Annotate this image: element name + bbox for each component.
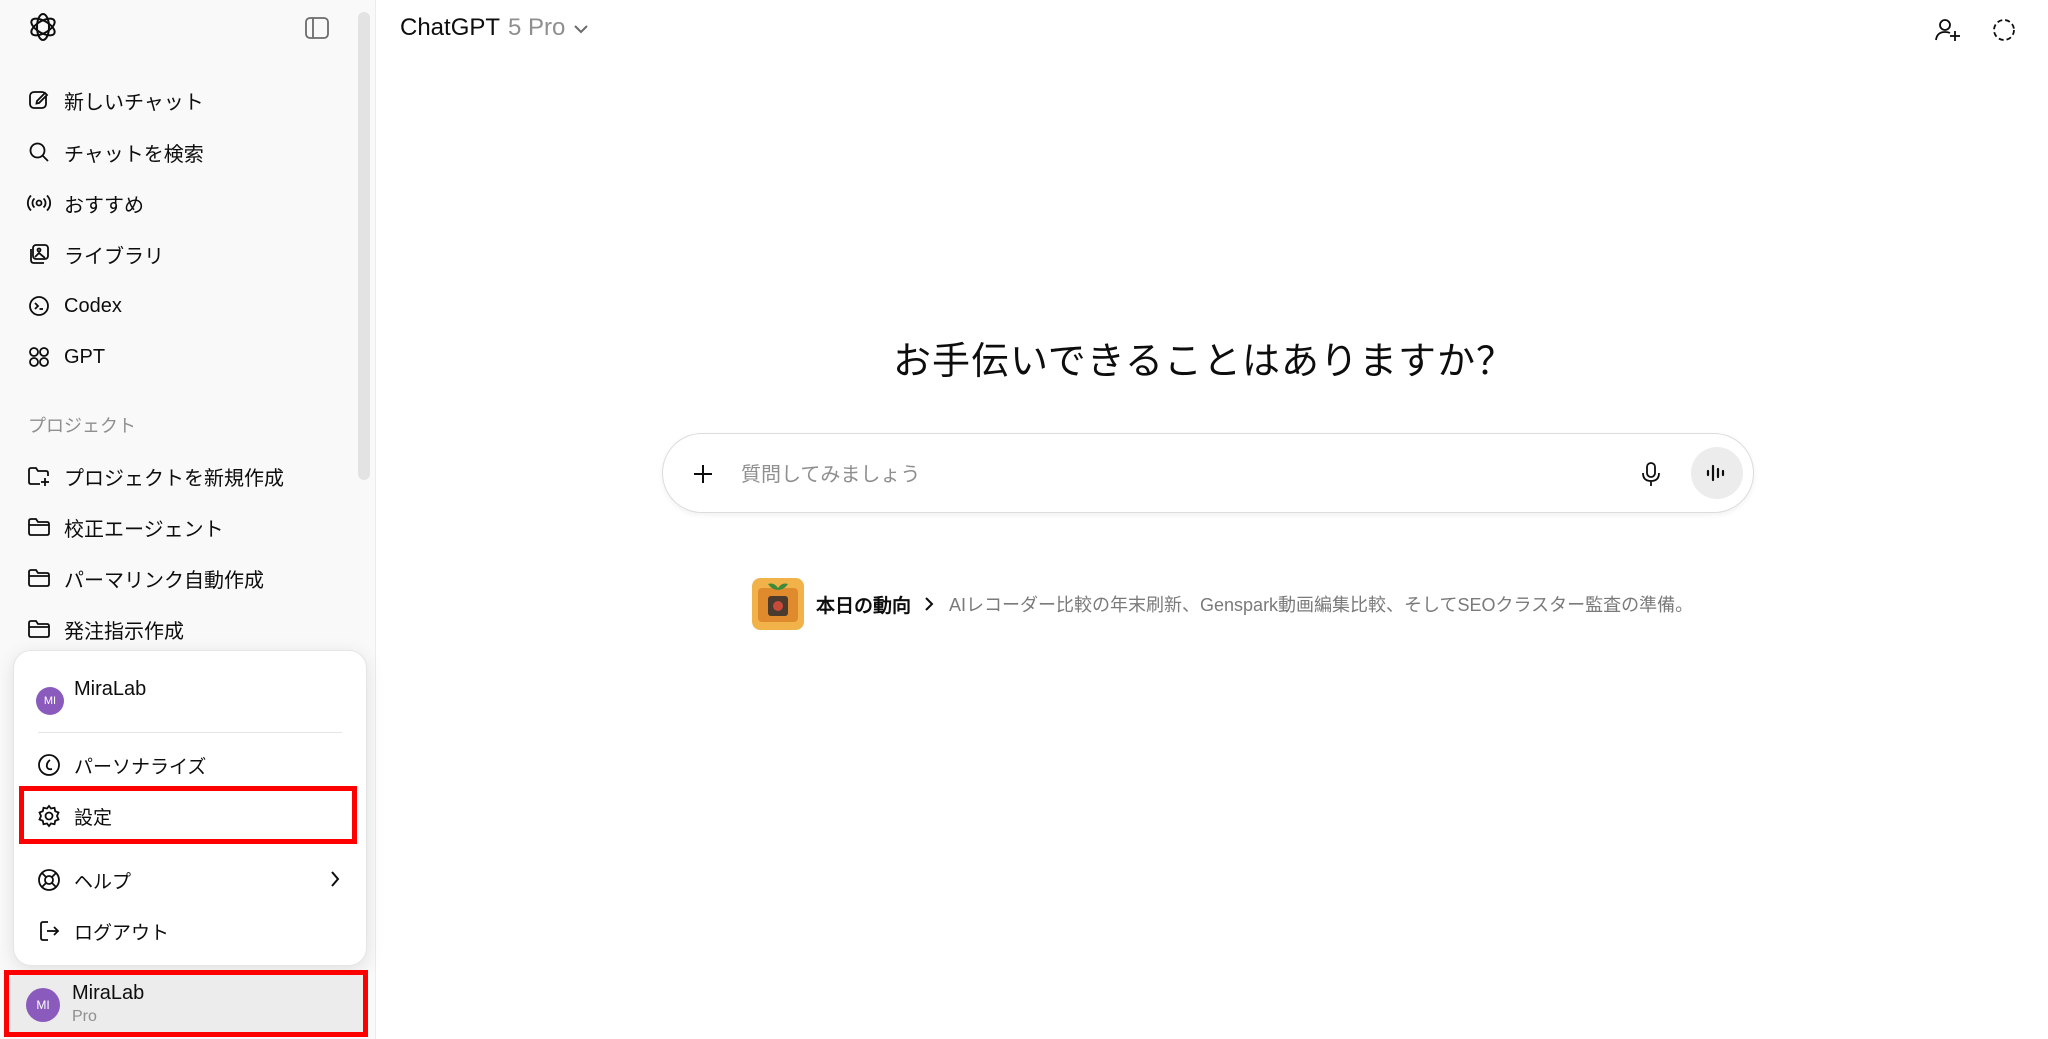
openai-logo-icon[interactable] xyxy=(26,10,60,44)
model-switcher[interactable]: ChatGPT 5 Pro xyxy=(400,14,589,42)
new-chat-icon xyxy=(26,87,52,113)
composer xyxy=(662,433,1754,513)
grid-icon xyxy=(26,344,52,370)
sidebar-item-project[interactable]: 発注指示作成 xyxy=(26,607,346,651)
avatar: MI xyxy=(36,687,64,715)
sidebar-item-new-project[interactable]: プロジェクトを新規作成 xyxy=(26,454,346,498)
sidebar-item-codex[interactable]: Codex xyxy=(26,284,346,328)
attach-button[interactable] xyxy=(685,456,721,492)
plus-icon xyxy=(694,465,712,483)
projects-section-label: プロジェクト xyxy=(28,416,136,436)
dashed-circle-icon xyxy=(1993,19,2015,41)
search-icon xyxy=(26,139,52,165)
folder-icon xyxy=(26,616,52,642)
temporary-chat-button[interactable] xyxy=(1986,12,2022,48)
menu-item-label: ログアウト xyxy=(74,922,170,944)
divider xyxy=(38,732,342,733)
sidebar-item-recommended[interactable]: おすすめ xyxy=(26,181,346,225)
sidebar-toggle-button[interactable] xyxy=(302,13,332,43)
folder-plus-icon xyxy=(26,463,52,489)
folder-icon xyxy=(26,565,52,591)
sidebar-item-label: チャットを検索 xyxy=(64,143,204,166)
dictate-button[interactable] xyxy=(1631,454,1671,494)
library-icon xyxy=(26,241,52,267)
menu-item-label: ヘルプ xyxy=(74,871,132,893)
add-user-icon xyxy=(1935,19,1960,41)
trend-summary: AIレコーダー比較の年末刷新、Genspark動画編集比較、そしてSEOクラスタ… xyxy=(949,595,1694,615)
sidebar-item-gpt[interactable]: GPT xyxy=(26,335,346,379)
help-icon xyxy=(36,867,62,893)
sidebar-item-label: ライブラリ xyxy=(64,245,164,268)
sidebar-item-label: プロジェクトを新規作成 xyxy=(64,467,284,490)
microphone-icon xyxy=(1642,462,1660,486)
sidebar-item-label: Codex xyxy=(64,294,122,317)
chevron-right-icon xyxy=(923,595,935,613)
sidebar-item-new-chat[interactable]: 新しいチャット xyxy=(26,78,346,122)
prompt-input[interactable] xyxy=(739,454,1583,496)
sidebar: 新しいチャット チャットを検索 おすすめ ライブラリ Codex GPT プロジ… xyxy=(0,0,376,1039)
sidebar-item-project[interactable]: 校正エージェント xyxy=(26,505,346,549)
menu-item-personalize[interactable]: パーソナライズ xyxy=(36,743,356,787)
account-menu-user-name: MiraLab xyxy=(74,677,147,700)
sidebar-item-label: 新しいチャット xyxy=(64,91,204,114)
sidebar-scrollbar[interactable] xyxy=(358,12,370,480)
page-title: お手伝いできることはありますか？ xyxy=(892,341,1516,383)
account-menu-user[interactable]: MI MiraLab xyxy=(36,673,146,715)
broadcast-icon xyxy=(26,190,52,216)
app-name: ChatGPT xyxy=(400,14,501,41)
voice-mode-button[interactable] xyxy=(1691,447,1743,499)
chevron-down-icon xyxy=(573,23,589,35)
daily-trend[interactable]: 本日の動向 AIレコーダー比較の年末刷新、Genspark動画編集比較、そしてS… xyxy=(752,578,1693,630)
personalize-icon xyxy=(36,752,62,778)
sidebar-item-label: おすすめ xyxy=(64,194,144,217)
menu-item-logout[interactable]: ログアウト xyxy=(36,909,356,953)
sidebar-item-label: 発注指示作成 xyxy=(64,620,184,643)
codex-icon xyxy=(26,293,52,319)
folder-icon xyxy=(26,514,52,540)
sidebar-item-project[interactable]: パーマリンク自動作成 xyxy=(26,556,346,600)
menu-item-help[interactable]: ヘルプ xyxy=(36,858,356,902)
chevron-right-icon xyxy=(328,868,342,890)
sidebar-item-library[interactable]: ライブラリ xyxy=(26,232,346,276)
model-version: 5 Pro xyxy=(508,14,566,41)
sidebar-item-label: パーマリンク自動作成 xyxy=(64,569,264,592)
trend-title: 本日の動向 xyxy=(816,595,912,617)
sidebar-item-search[interactable]: チャットを検索 xyxy=(26,130,346,174)
logout-icon xyxy=(36,918,62,944)
sidebar-item-label: GPT xyxy=(64,345,106,368)
add-user-button[interactable] xyxy=(1930,12,1966,48)
sidebar-item-label: 校正エージェント xyxy=(64,518,224,541)
menu-item-label: パーソナライズ xyxy=(74,756,207,778)
voice-waveform-icon xyxy=(1706,464,1725,482)
highlight-settings xyxy=(19,786,357,844)
trend-thumbnail-icon xyxy=(752,578,804,630)
highlight-profile xyxy=(4,970,368,1037)
